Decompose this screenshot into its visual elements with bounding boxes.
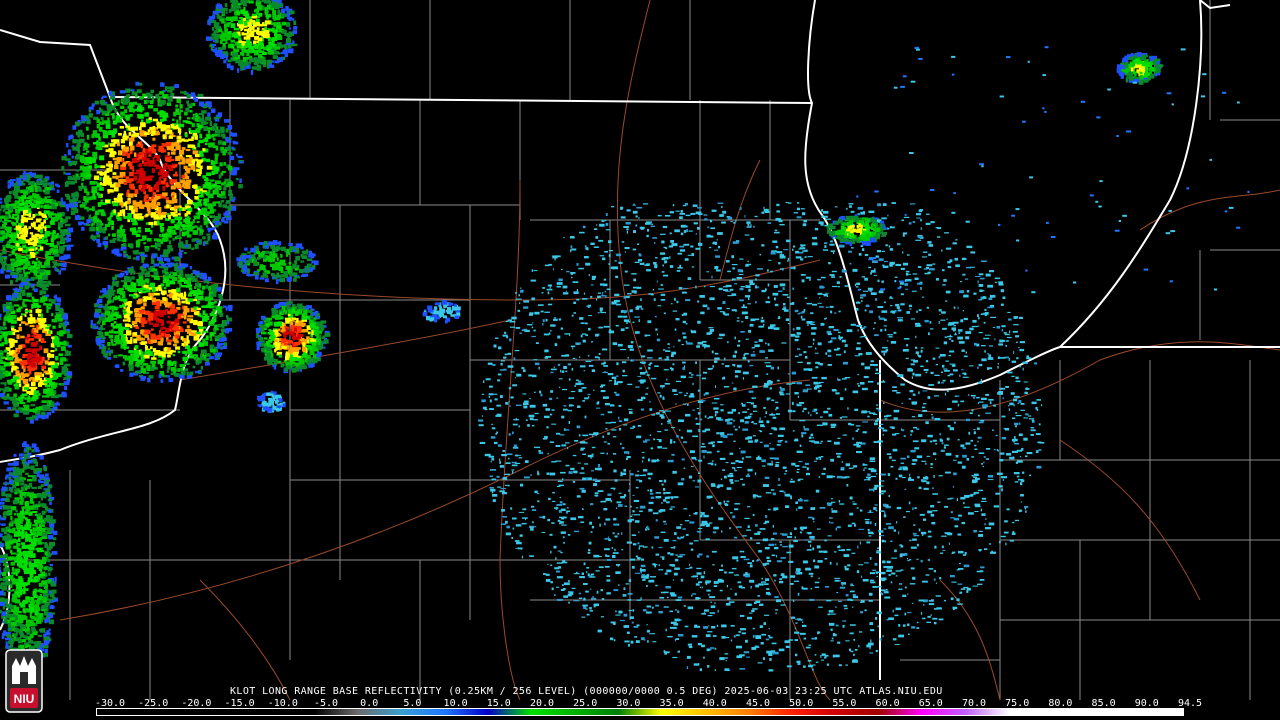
radar-map: [0, 0, 1280, 701]
state-boundaries: [0, 0, 1280, 680]
product-caption: KLOT LONG RANGE BASE REFLECTIVITY (0.25K…: [230, 686, 943, 697]
reflectivity-colorbar: [96, 708, 1184, 716]
niu-logo-text: NIU: [14, 692, 35, 706]
niu-logo: NIU: [5, 649, 43, 713]
